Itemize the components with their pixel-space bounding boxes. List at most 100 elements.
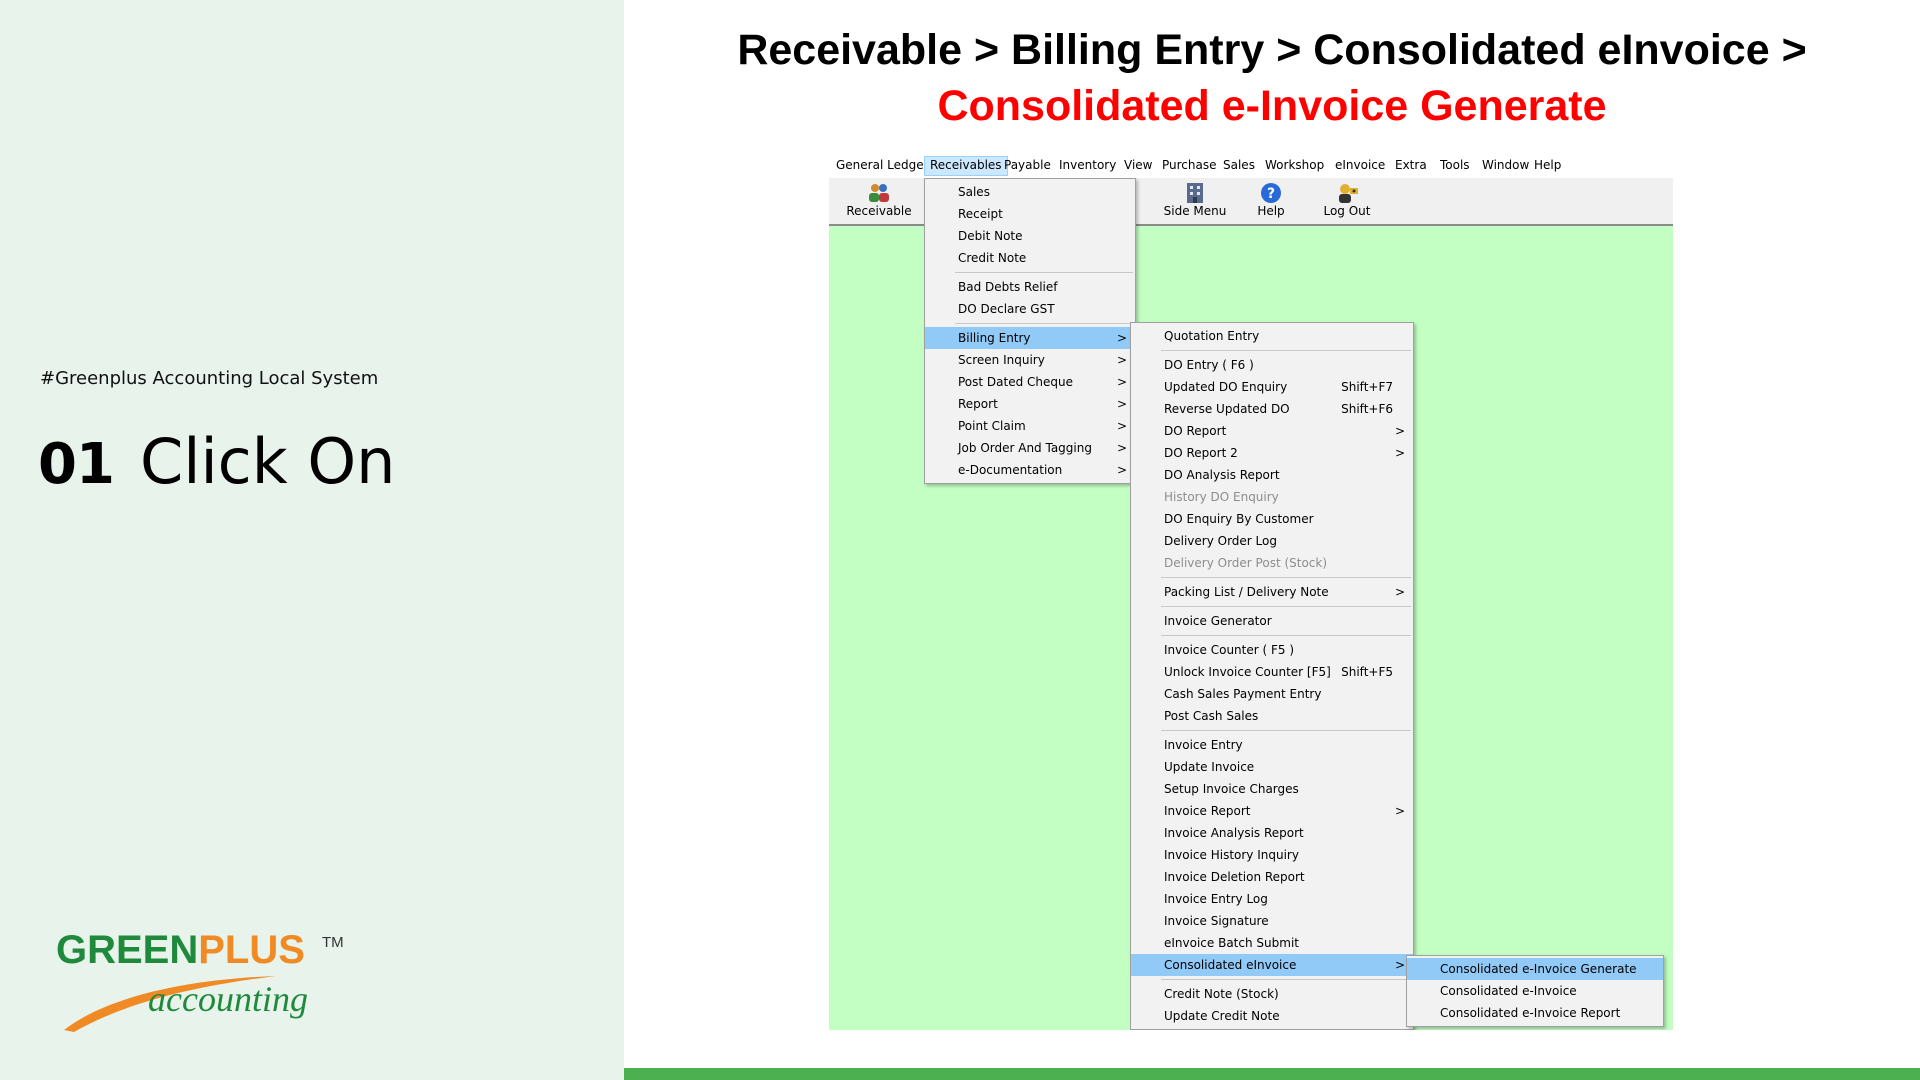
toolbar-logout-label: Log Out — [1323, 204, 1371, 218]
menu-item-invoice-generator[interactable]: Invoice Generator — [1131, 610, 1413, 632]
toolbar-side-menu-button[interactable]: Side Menu — [1155, 180, 1235, 222]
menu-item-debit-note[interactable]: Debit Note — [925, 225, 1135, 247]
menu-item-einvoice-batch-submit[interactable]: eInvoice Batch Submit — [1131, 932, 1413, 954]
menu-help[interactable]: Help — [1529, 156, 1566, 176]
menu-extra[interactable]: Extra — [1390, 156, 1432, 176]
menu-item-do-entry[interactable]: DO Entry ( F6 ) — [1131, 354, 1413, 376]
menu-item-bad-debts-relief[interactable]: Bad Debts Relief — [925, 276, 1135, 298]
left-panel: #Greenplus Accounting Local System 01 Cli… — [0, 0, 624, 1080]
step-number: 01 — [38, 432, 115, 497]
chevron-right-icon: > — [1116, 353, 1127, 367]
menu-item-invoice-history-inquiry[interactable]: Invoice History Inquiry — [1131, 844, 1413, 866]
menu-item-packing-list[interactable]: Packing List / Delivery Note > — [1131, 581, 1413, 603]
menu-sales[interactable]: Sales — [1218, 156, 1260, 176]
menu-item-consolidated-einvoice[interactable]: Consolidated eInvoice > — [1131, 954, 1413, 976]
menu-separator — [1131, 347, 1413, 354]
building-icon — [1187, 183, 1203, 203]
menu-item-invoice-report[interactable]: Invoice Report > — [1131, 800, 1413, 822]
shortcut-text: Shift+F6 — [1341, 402, 1393, 416]
menu-item-job-order-tagging[interactable]: Job Order And Tagging > — [925, 437, 1135, 459]
menu-item-consolidated-einvoice-report[interactable]: Consolidated e-Invoice Report — [1407, 1002, 1663, 1024]
menu-inventory[interactable]: Inventory — [1054, 156, 1121, 176]
toolbar-receivable-button[interactable]: Receivable — [839, 180, 919, 222]
menu-item-label: Screen Inquiry — [958, 353, 1045, 367]
menu-window[interactable]: Window — [1477, 156, 1534, 176]
menu-receivables[interactable]: Receivables — [924, 156, 1008, 176]
step-text: Click On — [139, 425, 396, 498]
menu-item-update-invoice[interactable]: Update Invoice — [1131, 756, 1413, 778]
hashtag-text: #Greenplus Accounting Local System — [40, 368, 379, 389]
chevron-right-icon: > — [1116, 419, 1127, 433]
menu-item-label: Post Dated Cheque — [958, 375, 1074, 389]
menu-item-do-declare-gst[interactable]: DO Declare GST — [925, 298, 1135, 320]
chevron-right-icon: > — [1116, 375, 1127, 389]
shortcut-text: Shift+F7 — [1341, 380, 1393, 394]
menu-separator — [1131, 727, 1413, 734]
menu-item-label: Unlock Invoice Counter [F5] — [1164, 665, 1331, 679]
menu-separator — [925, 320, 1135, 327]
menu-item-quotation-entry[interactable]: Quotation Entry — [1131, 325, 1413, 347]
menu-item-invoice-analysis-report[interactable]: Invoice Analysis Report — [1131, 822, 1413, 844]
menu-item-credit-note[interactable]: Credit Note — [925, 247, 1135, 269]
menu-item-label: Point Claim — [958, 419, 1026, 433]
toolbar-help-button[interactable]: ? Help — [1231, 180, 1311, 222]
menu-separator — [1131, 976, 1413, 983]
menu-item-delivery-order-post: Delivery Order Post (Stock) — [1164, 556, 1328, 570]
menu-item-invoice-signature[interactable]: Invoice Signature — [1131, 910, 1413, 932]
users-icon — [869, 184, 889, 202]
menu-item-e-documentation[interactable]: e-Documentation > — [925, 459, 1135, 481]
menu-item-label: Packing List / Delivery Note — [1164, 585, 1329, 599]
menu-item-point-claim[interactable]: Point Claim > — [925, 415, 1135, 437]
menu-purchase[interactable]: Purchase — [1157, 156, 1222, 176]
breadcrumb-title: Receivable > Billing Entry > Consolidate… — [737, 26, 1807, 74]
receivables-dropdown: Sales Receipt Debit Note Credit Note Bad… — [924, 178, 1136, 484]
chevron-right-icon: > — [1394, 804, 1405, 818]
menu-item-receipt[interactable]: Receipt — [925, 203, 1135, 225]
menu-item-label: Updated DO Enquiry — [1164, 380, 1288, 394]
menu-workshop[interactable]: Workshop — [1260, 156, 1329, 176]
menu-item-sales[interactable]: Sales — [925, 181, 1135, 203]
menu-item-setup-invoice-charges[interactable]: Setup Invoice Charges — [1131, 778, 1413, 800]
menu-item-credit-note-stock[interactable]: Credit Note (Stock) — [1131, 983, 1413, 1005]
menu-item-do-enquiry-by-customer[interactable]: DO Enquiry By Customer — [1131, 508, 1413, 530]
menu-general-ledger[interactable]: General Ledger — [831, 156, 934, 176]
menu-item-label: Billing Entry — [958, 331, 1031, 345]
menu-item-invoice-entry-log[interactable]: Invoice Entry Log — [1131, 888, 1413, 910]
consolidated-einvoice-submenu: Consolidated e-Invoice Generate Consolid… — [1406, 955, 1664, 1027]
toolbar-receivable-label: Receivable — [846, 204, 912, 218]
menu-item-invoice-entry[interactable]: Invoice Entry — [1131, 734, 1413, 756]
menu-item-delivery-order-log[interactable]: Delivery Order Log — [1131, 530, 1413, 552]
menu-item-reverse-updated-do[interactable]: Reverse Updated DO Shift+F6 — [1131, 398, 1413, 420]
menu-item-invoice-counter[interactable]: Invoice Counter ( F5 ) — [1131, 639, 1413, 661]
chevron-right-icon: > — [1116, 463, 1127, 477]
menu-einvoice[interactable]: eInvoice — [1330, 156, 1390, 176]
menu-item-report[interactable]: Report > — [925, 393, 1135, 415]
menu-item-do-analysis-report[interactable]: DO Analysis Report — [1131, 464, 1413, 486]
menu-item-consolidated-einvoice-generate[interactable]: Consolidated e-Invoice Generate — [1407, 958, 1663, 980]
menu-item-update-credit-note[interactable]: Update Credit Note — [1131, 1005, 1413, 1027]
menu-item-unlock-invoice-counter[interactable]: Unlock Invoice Counter [F5] Shift+F5 — [1131, 661, 1413, 683]
toolbar-side-menu-label: Side Menu — [1163, 204, 1227, 218]
menu-item-updated-do-enquiry[interactable]: Updated DO Enquiry Shift+F7 — [1131, 376, 1413, 398]
logo-tm-mark: TM — [322, 934, 344, 951]
menu-payable[interactable]: Payable — [999, 156, 1056, 176]
menu-item-invoice-deletion-report[interactable]: Invoice Deletion Report — [1131, 866, 1413, 888]
menu-item-label: DO Report — [1164, 424, 1227, 438]
menu-item-do-report[interactable]: DO Report > — [1131, 420, 1413, 442]
chevron-right-icon: > — [1116, 441, 1127, 455]
menu-item-cash-sales-payment[interactable]: Cash Sales Payment Entry — [1131, 683, 1413, 705]
menu-separator — [1131, 603, 1413, 610]
menu-item-label: Report — [958, 397, 998, 411]
toolbar-logout-button[interactable]: Log Out — [1307, 180, 1387, 222]
menu-item-billing-entry[interactable]: Billing Entry > — [925, 327, 1135, 349]
menu-item-consolidated-einvoice[interactable]: Consolidated e-Invoice — [1407, 980, 1663, 1002]
shortcut-text: Shift+F5 — [1341, 665, 1393, 679]
menu-item-screen-inquiry[interactable]: Screen Inquiry > — [925, 349, 1135, 371]
menu-item-do-report-2[interactable]: DO Report 2 > — [1131, 442, 1413, 464]
step-heading: 01 Click On — [38, 425, 395, 498]
menu-view[interactable]: View — [1119, 156, 1157, 176]
menu-tools[interactable]: Tools — [1435, 156, 1475, 176]
menu-item-post-cash-sales[interactable]: Post Cash Sales — [1131, 705, 1413, 727]
menu-item-post-dated-cheque[interactable]: Post Dated Cheque > — [925, 371, 1135, 393]
chevron-right-icon: > — [1394, 585, 1405, 599]
